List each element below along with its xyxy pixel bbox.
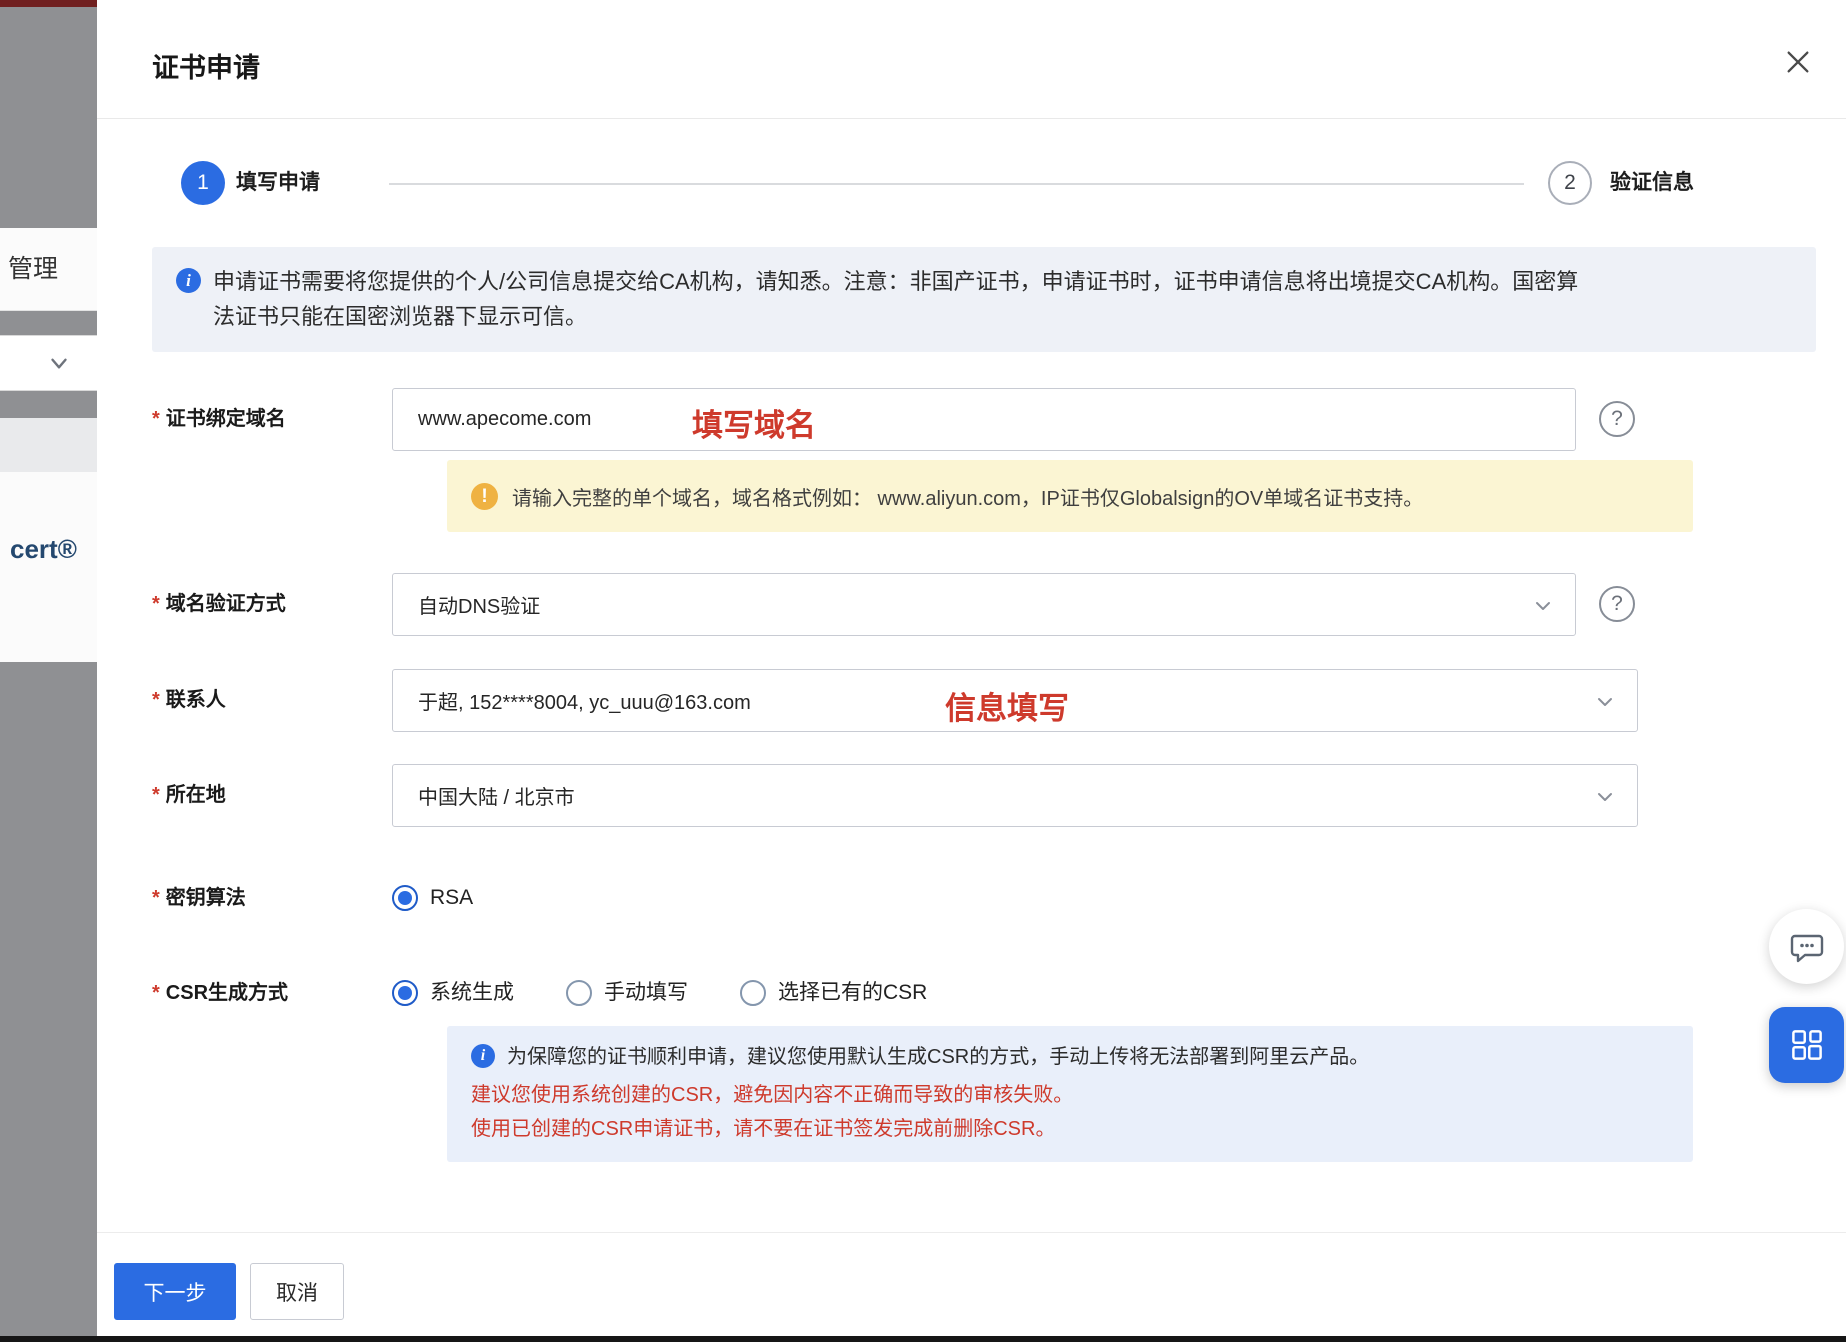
required-mark: * (152, 408, 160, 430)
required-mark: * (152, 982, 160, 1004)
location-select[interactable]: 中国大陆 / 北京市 (392, 764, 1638, 827)
required-mark: * (152, 593, 160, 615)
location-value: 中国大陆 / 北京市 (418, 781, 575, 810)
warning-icon: ! (471, 483, 498, 510)
radio-icon (740, 980, 766, 1006)
certificate-apply-dialog: 证书申请 1 填写申请 2 验证信息 i 申请证书需要将您提供的个人/公司信息提… (97, 0, 1846, 1342)
screen: 管理 cert® 证书申请 1 填写申请 2 验证信息 (0, 0, 1846, 1342)
chat-bubble-icon (1788, 928, 1826, 966)
background-topbar (0, 0, 97, 7)
step-2-circle: 2 (1548, 161, 1592, 205)
help-icon[interactable]: ? (1599, 586, 1635, 622)
form-row-key-algorithm: *密钥算法 RSA (97, 884, 1846, 912)
step-1-circle: 1 (181, 161, 225, 205)
domain-warning-text: 请输入完整的单个域名，域名格式例如： www.aliyun.com，IP证书仅G… (512, 482, 1423, 511)
digicert-logo-fragment: cert® (10, 534, 77, 565)
info-icon: i (471, 1044, 495, 1068)
radio-icon (566, 980, 592, 1006)
help-icon[interactable]: ? (1599, 401, 1635, 437)
chevron-down-icon (1595, 787, 1615, 807)
csr-method-options: 系统生成 手动填写 选择已有的CSR (392, 979, 927, 1007)
form-row-dns-validation: *域名验证方式 自动DNS验证 ? (97, 573, 1846, 636)
chevron-down-icon (46, 350, 72, 376)
step-connector-line (389, 183, 1524, 185)
dialog-title: 证书申请 (152, 46, 260, 85)
background-tab-manage[interactable]: 管理 (0, 228, 97, 311)
chevron-down-icon (1595, 692, 1615, 712)
required-mark: * (152, 887, 160, 909)
cancel-button[interactable]: 取消 (250, 1263, 344, 1320)
radio-existing-csr-label: 选择已有的CSR (778, 979, 927, 1007)
key-algorithm-options: RSA (392, 884, 473, 912)
step-indicator: 1 填写申请 2 验证信息 (97, 161, 1846, 205)
location-label: *所在地 (152, 764, 226, 827)
dns-label: *域名验证方式 (152, 573, 286, 636)
step-2-label: 验证信息 (1610, 161, 1694, 205)
csr-info-box: i 为保障您的证书顺利申请，建议您使用默认生成CSR的方式，手动上传将无法部署到… (447, 1026, 1693, 1162)
radio-system-generate-label: 系统生成 (430, 979, 514, 1007)
dialog-footer: 下一步 取消 (97, 1232, 1846, 1342)
csr-note-text: 为保障您的证书顺利申请，建议您使用默认生成CSR的方式，手动上传将无法部署到阿里… (507, 1042, 1369, 1072)
key-algorithm-label: *密钥算法 (152, 884, 246, 912)
radio-rsa[interactable]: RSA (392, 884, 473, 912)
radio-icon (392, 885, 418, 911)
step-1-label: 填写申请 (236, 161, 320, 205)
notice-banner: i 申请证书需要将您提供的个人/公司信息提交给CA机构，请知悉。注意：非国产证书… (152, 247, 1816, 352)
next-step-button[interactable]: 下一步 (114, 1263, 236, 1320)
chat-support-button[interactable] (1769, 909, 1844, 984)
radio-icon (392, 980, 418, 1006)
radio-manual-fill-label: 手动填写 (604, 979, 688, 1007)
contact-label: *联系人 (152, 669, 226, 732)
required-mark: * (152, 784, 160, 806)
dns-validation-value: 自动DNS验证 (418, 590, 540, 619)
form-row-contact: *联系人 于超, 152****8004, yc_uuu@163.com 信息填… (97, 669, 1846, 732)
screen-bottom-edge (0, 1336, 1846, 1342)
background-page-strip: 管理 cert® (0, 0, 97, 1342)
csr-warning-line-2: 使用已创建的CSR申请证书，请不要在证书签发完成前删除CSR。 (471, 1112, 1669, 1146)
close-icon[interactable] (1779, 44, 1817, 82)
dns-validation-select[interactable]: 自动DNS验证 (392, 573, 1576, 636)
csr-method-label: *CSR生成方式 (152, 979, 288, 1007)
info-icon: i (176, 268, 201, 293)
background-table-header (0, 418, 97, 472)
background-select[interactable] (0, 335, 97, 391)
required-mark: * (152, 689, 160, 711)
background-logo-block: cert® (0, 472, 97, 662)
csr-warning-line-1: 建议您使用系统创建的CSR，避免因内容不正确而导致的审核失败。 (471, 1078, 1669, 1112)
radio-existing-csr[interactable]: 选择已有的CSR (740, 979, 927, 1007)
radio-system-generate[interactable]: 系统生成 (392, 979, 514, 1007)
domain-warning-banner: ! 请输入完整的单个域名，域名格式例如： www.aliyun.com，IP证书… (447, 460, 1693, 532)
form-row-location: *所在地 中国大陆 / 北京市 (97, 764, 1846, 827)
header-divider (97, 118, 1846, 119)
grid-icon (1790, 1028, 1824, 1062)
form-row-domain: *证书绑定域名 www.apecome.com 填写域名 ? (97, 388, 1846, 451)
domain-label: *证书绑定域名 (152, 388, 286, 451)
csr-note: i 为保障您的证书顺利申请，建议您使用默认生成CSR的方式，手动上传将无法部署到… (471, 1042, 1669, 1072)
radio-manual-fill[interactable]: 手动填写 (566, 979, 688, 1007)
domain-input-value: www.apecome.com (418, 408, 591, 431)
form-row-csr-method: *CSR生成方式 系统生成 手动填写 选择已有的CSR (97, 979, 1846, 1007)
notice-text: 申请证书需要将您提供的个人/公司信息提交给CA机构，请知悉。注意：非国产证书，申… (213, 264, 1593, 352)
contact-value: 于超, 152****8004, yc_uuu@163.com (418, 686, 751, 715)
domain-input[interactable]: www.apecome.com (392, 388, 1576, 451)
chevron-down-icon (1533, 596, 1553, 616)
contact-select[interactable]: 于超, 152****8004, yc_uuu@163.com (392, 669, 1638, 732)
radio-rsa-label: RSA (430, 884, 473, 912)
console-apps-button[interactable] (1769, 1007, 1844, 1083)
